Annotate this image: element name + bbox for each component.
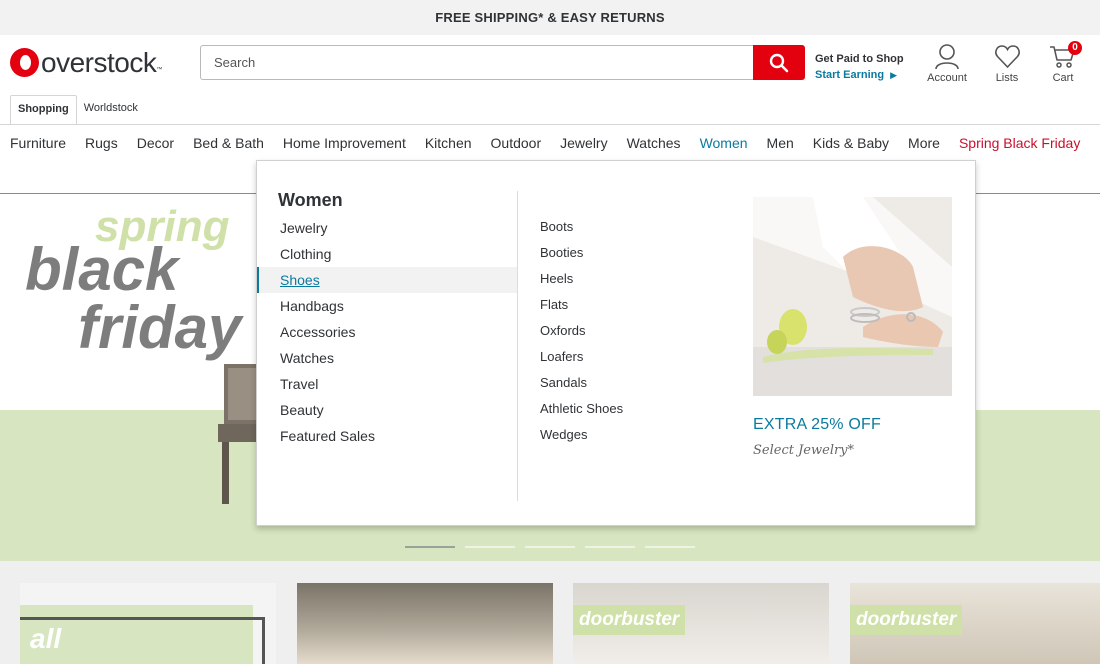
chevron-right-icon: ▶: [890, 70, 898, 80]
search-input[interactable]: [200, 45, 753, 80]
menu-item-handbags[interactable]: Handbags: [257, 293, 517, 319]
account-button[interactable]: Account: [926, 43, 968, 84]
logo-trademark: ™: [156, 67, 163, 73]
mega-menu-divider: [517, 191, 518, 501]
search-icon: [769, 53, 789, 72]
submenu-item-booties[interactable]: Booties: [540, 240, 623, 266]
cart-button[interactable]: Cart 0: [1047, 41, 1082, 84]
account-icon: [935, 44, 959, 70]
menu-item-clothing[interactable]: Clothing: [257, 241, 517, 267]
tab-shopping[interactable]: Shopping: [10, 95, 77, 125]
nav-furniture[interactable]: Furniture: [10, 125, 66, 162]
cart-label: Cart: [1052, 72, 1074, 84]
doorbuster-label: doorbuster: [573, 605, 686, 635]
nav-decor[interactable]: Decor: [137, 125, 174, 162]
jewelry-promo-image[interactable]: [753, 197, 952, 396]
submenu-item-flats[interactable]: Flats: [540, 292, 623, 318]
search-bar: [200, 45, 805, 80]
hero-black-text: black: [25, 236, 179, 303]
carousel-dot[interactable]: [585, 546, 635, 548]
women-mega-menu: Women Jewelry Clothing Shoes Handbags Ac…: [256, 160, 976, 526]
submenu-item-athletic-shoes[interactable]: Athletic Shoes: [540, 396, 623, 422]
nav-bed-bath[interactable]: Bed & Bath: [193, 125, 264, 162]
doorbuster-label: doorbuster: [850, 605, 963, 635]
carousel-dot[interactable]: [405, 546, 455, 548]
logo-text: overstock: [41, 46, 157, 78]
cart-count-badge: 0: [1068, 41, 1082, 55]
promo-tile[interactable]: [297, 583, 553, 664]
nav-watches[interactable]: Watches: [627, 125, 681, 162]
start-earning-label: Start Earning: [815, 69, 885, 81]
promo-tiles: all doorbuster doorbuster: [0, 561, 1100, 664]
promo-tile[interactable]: doorbuster: [573, 583, 829, 664]
menu-item-featured-sales[interactable]: Featured Sales: [257, 423, 517, 449]
overstock-logo[interactable]: overstock ™: [10, 48, 162, 77]
submenu-item-sandals[interactable]: Sandals: [540, 370, 623, 396]
get-paid-title: Get Paid to Shop: [815, 53, 904, 65]
tile-all-text: all: [30, 623, 62, 654]
carousel-dots: [405, 546, 705, 548]
nav-jewelry[interactable]: Jewelry: [560, 125, 607, 162]
category-nav: Furniture Rugs Decor Bed & Bath Home Imp…: [0, 124, 1100, 162]
promo-banner[interactable]: FREE SHIPPING* & EASY RETURNS: [0, 0, 1100, 35]
category-list: Jewelry Clothing Shoes Handbags Accessor…: [257, 215, 517, 449]
menu-item-accessories[interactable]: Accessories: [257, 319, 517, 345]
submenu-item-oxfords[interactable]: Oxfords: [540, 318, 623, 344]
site-header: overstock ™ Get Paid to Shop Start Earni…: [0, 35, 1100, 90]
store-tabs: Shopping Worldstock: [10, 95, 145, 125]
promo-banner-text: FREE SHIPPING* & EASY RETURNS: [435, 10, 665, 25]
nav-spring-black-friday[interactable]: Spring Black Friday: [959, 125, 1080, 162]
account-label: Account: [927, 72, 967, 84]
get-paid-promo[interactable]: Get Paid to Shop Start Earning ▶: [815, 51, 904, 83]
nav-men[interactable]: Men: [767, 125, 794, 162]
submenu-item-heels[interactable]: Heels: [540, 266, 623, 292]
carousel-dot[interactable]: [465, 546, 515, 548]
nav-kitchen[interactable]: Kitchen: [425, 125, 472, 162]
tab-worldstock[interactable]: Worldstock: [77, 95, 145, 125]
menu-item-travel[interactable]: Travel: [257, 371, 517, 397]
submenu-item-loafers[interactable]: Loafers: [540, 344, 623, 370]
nav-rugs[interactable]: Rugs: [85, 125, 118, 162]
promo-tile[interactable]: doorbuster: [850, 583, 1100, 664]
menu-item-beauty[interactable]: Beauty: [257, 397, 517, 423]
nav-women[interactable]: Women: [699, 125, 748, 162]
submenu-item-boots[interactable]: Boots: [540, 214, 623, 240]
mega-menu-title[interactable]: Women: [278, 190, 343, 211]
start-earning-link[interactable]: Start Earning ▶: [815, 67, 904, 83]
nav-outdoor[interactable]: Outdoor: [491, 125, 542, 162]
menu-item-watches[interactable]: Watches: [257, 345, 517, 371]
hero-friday-text: friday: [78, 294, 242, 361]
lists-label: Lists: [995, 72, 1019, 84]
menu-item-shoes[interactable]: Shoes: [257, 267, 517, 293]
submenu-item-wedges[interactable]: Wedges: [540, 422, 623, 448]
promo-tile[interactable]: all: [20, 583, 276, 664]
nav-kids-baby[interactable]: Kids & Baby: [813, 125, 889, 162]
lists-button[interactable]: Lists: [990, 43, 1024, 84]
carousel-dot[interactable]: [645, 546, 695, 548]
menu-item-jewelry[interactable]: Jewelry: [257, 215, 517, 241]
carousel-dot[interactable]: [525, 546, 575, 548]
subcategory-list: Boots Booties Heels Flats Oxfords Loafer…: [540, 214, 623, 448]
promo-subtitle: Select Jewelry*: [753, 443, 855, 458]
promo-title[interactable]: EXTRA 25% OFF: [753, 416, 881, 434]
nav-home-improvement[interactable]: Home Improvement: [283, 125, 406, 162]
heart-icon: [994, 45, 1020, 69]
nav-more[interactable]: More: [908, 125, 940, 162]
search-button[interactable]: [753, 45, 805, 80]
logo-mark-icon: [10, 48, 39, 77]
